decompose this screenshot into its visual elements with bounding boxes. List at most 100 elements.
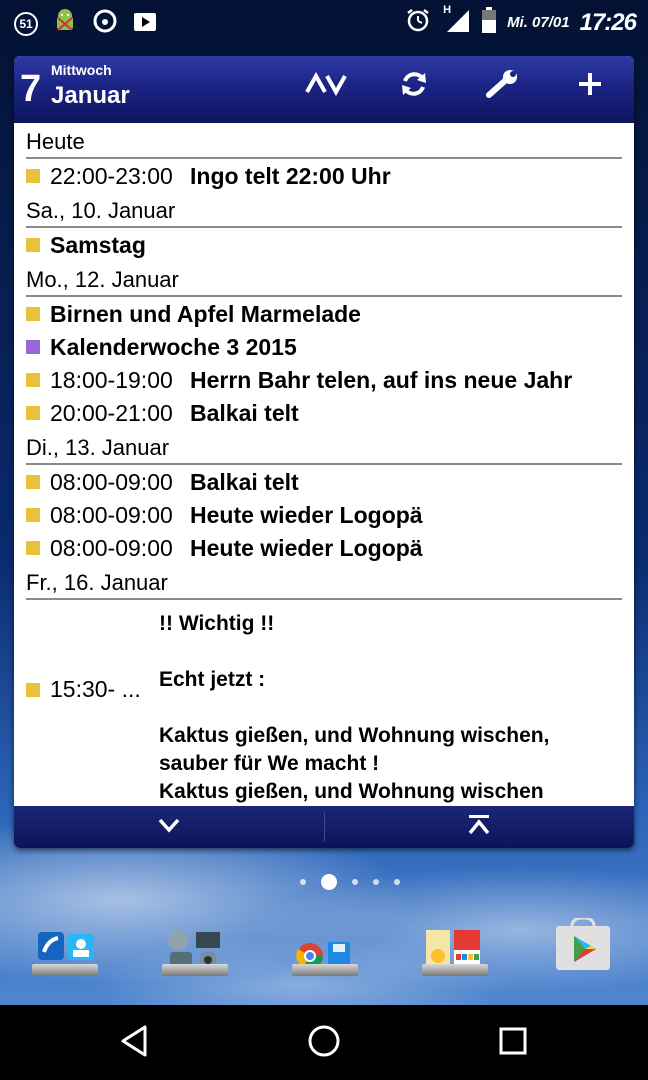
status-bar: 51 H Mi. 07/01 17:26 bbox=[0, 0, 648, 44]
battery-icon bbox=[481, 6, 497, 39]
chrome-storage-folder[interactable] bbox=[290, 918, 360, 982]
folder-base bbox=[162, 964, 228, 976]
play-store-icon[interactable] bbox=[550, 916, 620, 982]
event-color-marker bbox=[26, 340, 40, 354]
event-row[interactable]: 18:00-19:00 Herrn Bahr telen, auf ins neu… bbox=[14, 363, 634, 396]
event-time: 08:00-09:00 bbox=[50, 502, 173, 528]
day-label: Mo., 12. Januar bbox=[26, 267, 179, 292]
event-row[interactable]: Birnen und Apfel Marmelade bbox=[14, 297, 634, 330]
wrench-icon bbox=[485, 69, 519, 99]
event-title: Herrn Bahr telen, auf ins neue Jahr bbox=[190, 367, 573, 393]
header-weekday[interactable]: Mittwoch bbox=[51, 62, 112, 78]
event-color-marker bbox=[26, 683, 40, 697]
back-icon bbox=[119, 1024, 151, 1063]
event-row[interactable]: 08:00-09:00 Balkai telt bbox=[14, 465, 634, 498]
event-color-marker bbox=[26, 307, 40, 321]
scroll-to-top-icon bbox=[466, 813, 492, 842]
widget-header: 7 Mittwoch Januar bbox=[14, 56, 634, 123]
day-header: Di., 13. Januar bbox=[26, 429, 622, 465]
day-label: Fr., 16. Januar bbox=[26, 570, 168, 595]
home-icon bbox=[307, 1024, 341, 1063]
event-row[interactable]: 22:00-23:00 Ingo telt 22:00 Uhr bbox=[14, 159, 634, 192]
home-dock bbox=[0, 916, 648, 986]
event-time: 18:00-19:00 bbox=[50, 367, 173, 393]
event-time: 08:00-09:00 bbox=[50, 469, 173, 495]
signal-icon: H bbox=[441, 4, 471, 39]
header-day-number[interactable]: 7 bbox=[20, 68, 41, 111]
event-color-marker bbox=[26, 169, 40, 183]
day-label: Sa., 10. Januar bbox=[26, 198, 176, 223]
event-color-marker bbox=[26, 406, 40, 420]
phone-contacts-folder[interactable] bbox=[30, 918, 100, 982]
event-time: 22:00-23:00 bbox=[50, 163, 173, 189]
event-title: Balkai telt bbox=[190, 400, 299, 426]
event-time: 20:00-21:00 bbox=[50, 400, 173, 426]
event-list[interactable]: Heute 22:00-23:00 Ingo telt 22:00 Uhr Sa., … bbox=[14, 123, 634, 806]
folder-base bbox=[292, 964, 358, 976]
event-title: Heute wieder Logopä bbox=[190, 502, 423, 528]
day-header: Sa., 10. Januar bbox=[26, 192, 622, 228]
alarm-icon bbox=[405, 7, 431, 38]
plus-icon bbox=[577, 71, 603, 97]
event-color-marker bbox=[26, 475, 40, 489]
event-color-marker bbox=[26, 238, 40, 252]
page-dot bbox=[300, 879, 306, 885]
recents-button[interactable] bbox=[488, 1023, 538, 1063]
event-title: Heute wieder Logopä bbox=[190, 535, 423, 561]
event-title: Samstag bbox=[50, 232, 146, 258]
folder-base bbox=[32, 964, 98, 976]
calendar-widget: 7 Mittwoch Januar Heute 22:00-23:00 Ingo… bbox=[14, 56, 634, 848]
event-color-marker bbox=[26, 508, 40, 522]
youtube-icon bbox=[132, 8, 158, 39]
event-title: Kalenderwoche 3 2015 bbox=[50, 334, 297, 360]
event-row[interactable]: Samstag bbox=[14, 228, 634, 261]
day-label: Heute bbox=[26, 129, 85, 154]
event-color-marker bbox=[26, 373, 40, 387]
navigation-bar bbox=[0, 1005, 648, 1080]
collapse-expand-button[interactable] bbox=[282, 56, 370, 112]
home-button[interactable] bbox=[299, 1023, 349, 1063]
event-title: !! Wichtig !! Echt jetzt : Kaktus gießen… bbox=[159, 612, 550, 803]
day-label: Di., 13. Januar bbox=[26, 435, 170, 460]
event-title: Birnen und Apfel Marmelade bbox=[50, 301, 361, 327]
event-title: Ingo telt 22:00 Uhr bbox=[190, 163, 391, 189]
recents-icon bbox=[498, 1026, 528, 1061]
page-dot bbox=[394, 879, 400, 885]
back-button[interactable] bbox=[110, 1023, 160, 1063]
timer-icon bbox=[92, 8, 118, 39]
refresh-button[interactable] bbox=[370, 56, 458, 112]
notification-count-icon: 51 bbox=[14, 11, 38, 36]
settings-button[interactable] bbox=[458, 56, 546, 112]
page-dot bbox=[352, 879, 358, 885]
office-ebay-folder[interactable] bbox=[420, 918, 490, 982]
event-row[interactable]: Kalenderwoche 3 2015 bbox=[14, 330, 634, 363]
settings-tools-folder[interactable] bbox=[160, 918, 230, 982]
event-row[interactable]: 20:00-21:00 Balkai telt bbox=[14, 396, 634, 429]
page-dot bbox=[373, 879, 379, 885]
day-header: Fr., 16. Januar bbox=[26, 564, 622, 600]
add-event-button[interactable] bbox=[546, 56, 634, 112]
refresh-icon bbox=[399, 69, 429, 99]
event-time: 15:30- ... bbox=[50, 676, 141, 702]
page-indicator bbox=[0, 872, 648, 892]
page-dot-active bbox=[321, 874, 337, 890]
event-time: 08:00-09:00 bbox=[50, 535, 173, 561]
event-row[interactable]: 08:00-09:00 Heute wieder Logopä bbox=[14, 498, 634, 531]
collapse-expand-icon bbox=[305, 72, 347, 96]
widget-footer bbox=[14, 806, 634, 848]
status-time: 17:26 bbox=[579, 8, 637, 36]
day-header: Heute bbox=[26, 123, 622, 159]
header-month[interactable]: Januar bbox=[51, 82, 130, 110]
chevron-down-icon bbox=[157, 816, 181, 839]
scroll-down-button[interactable] bbox=[14, 806, 324, 848]
event-color-marker bbox=[26, 541, 40, 555]
event-row[interactable]: 15:30- ... !! Wichtig !! Echt jetzt : Kak… bbox=[14, 600, 634, 803]
android-debug-icon bbox=[52, 8, 78, 39]
day-header: Mo., 12. Januar bbox=[26, 261, 622, 297]
scroll-top-button[interactable] bbox=[325, 806, 635, 848]
network-type: H bbox=[443, 4, 452, 16]
status-date: Mi. 07/01 bbox=[507, 14, 570, 31]
event-row[interactable]: 08:00-09:00 Heute wieder Logopä bbox=[14, 531, 634, 564]
notification-count: 51 bbox=[19, 16, 33, 31]
folder-base bbox=[422, 964, 488, 976]
